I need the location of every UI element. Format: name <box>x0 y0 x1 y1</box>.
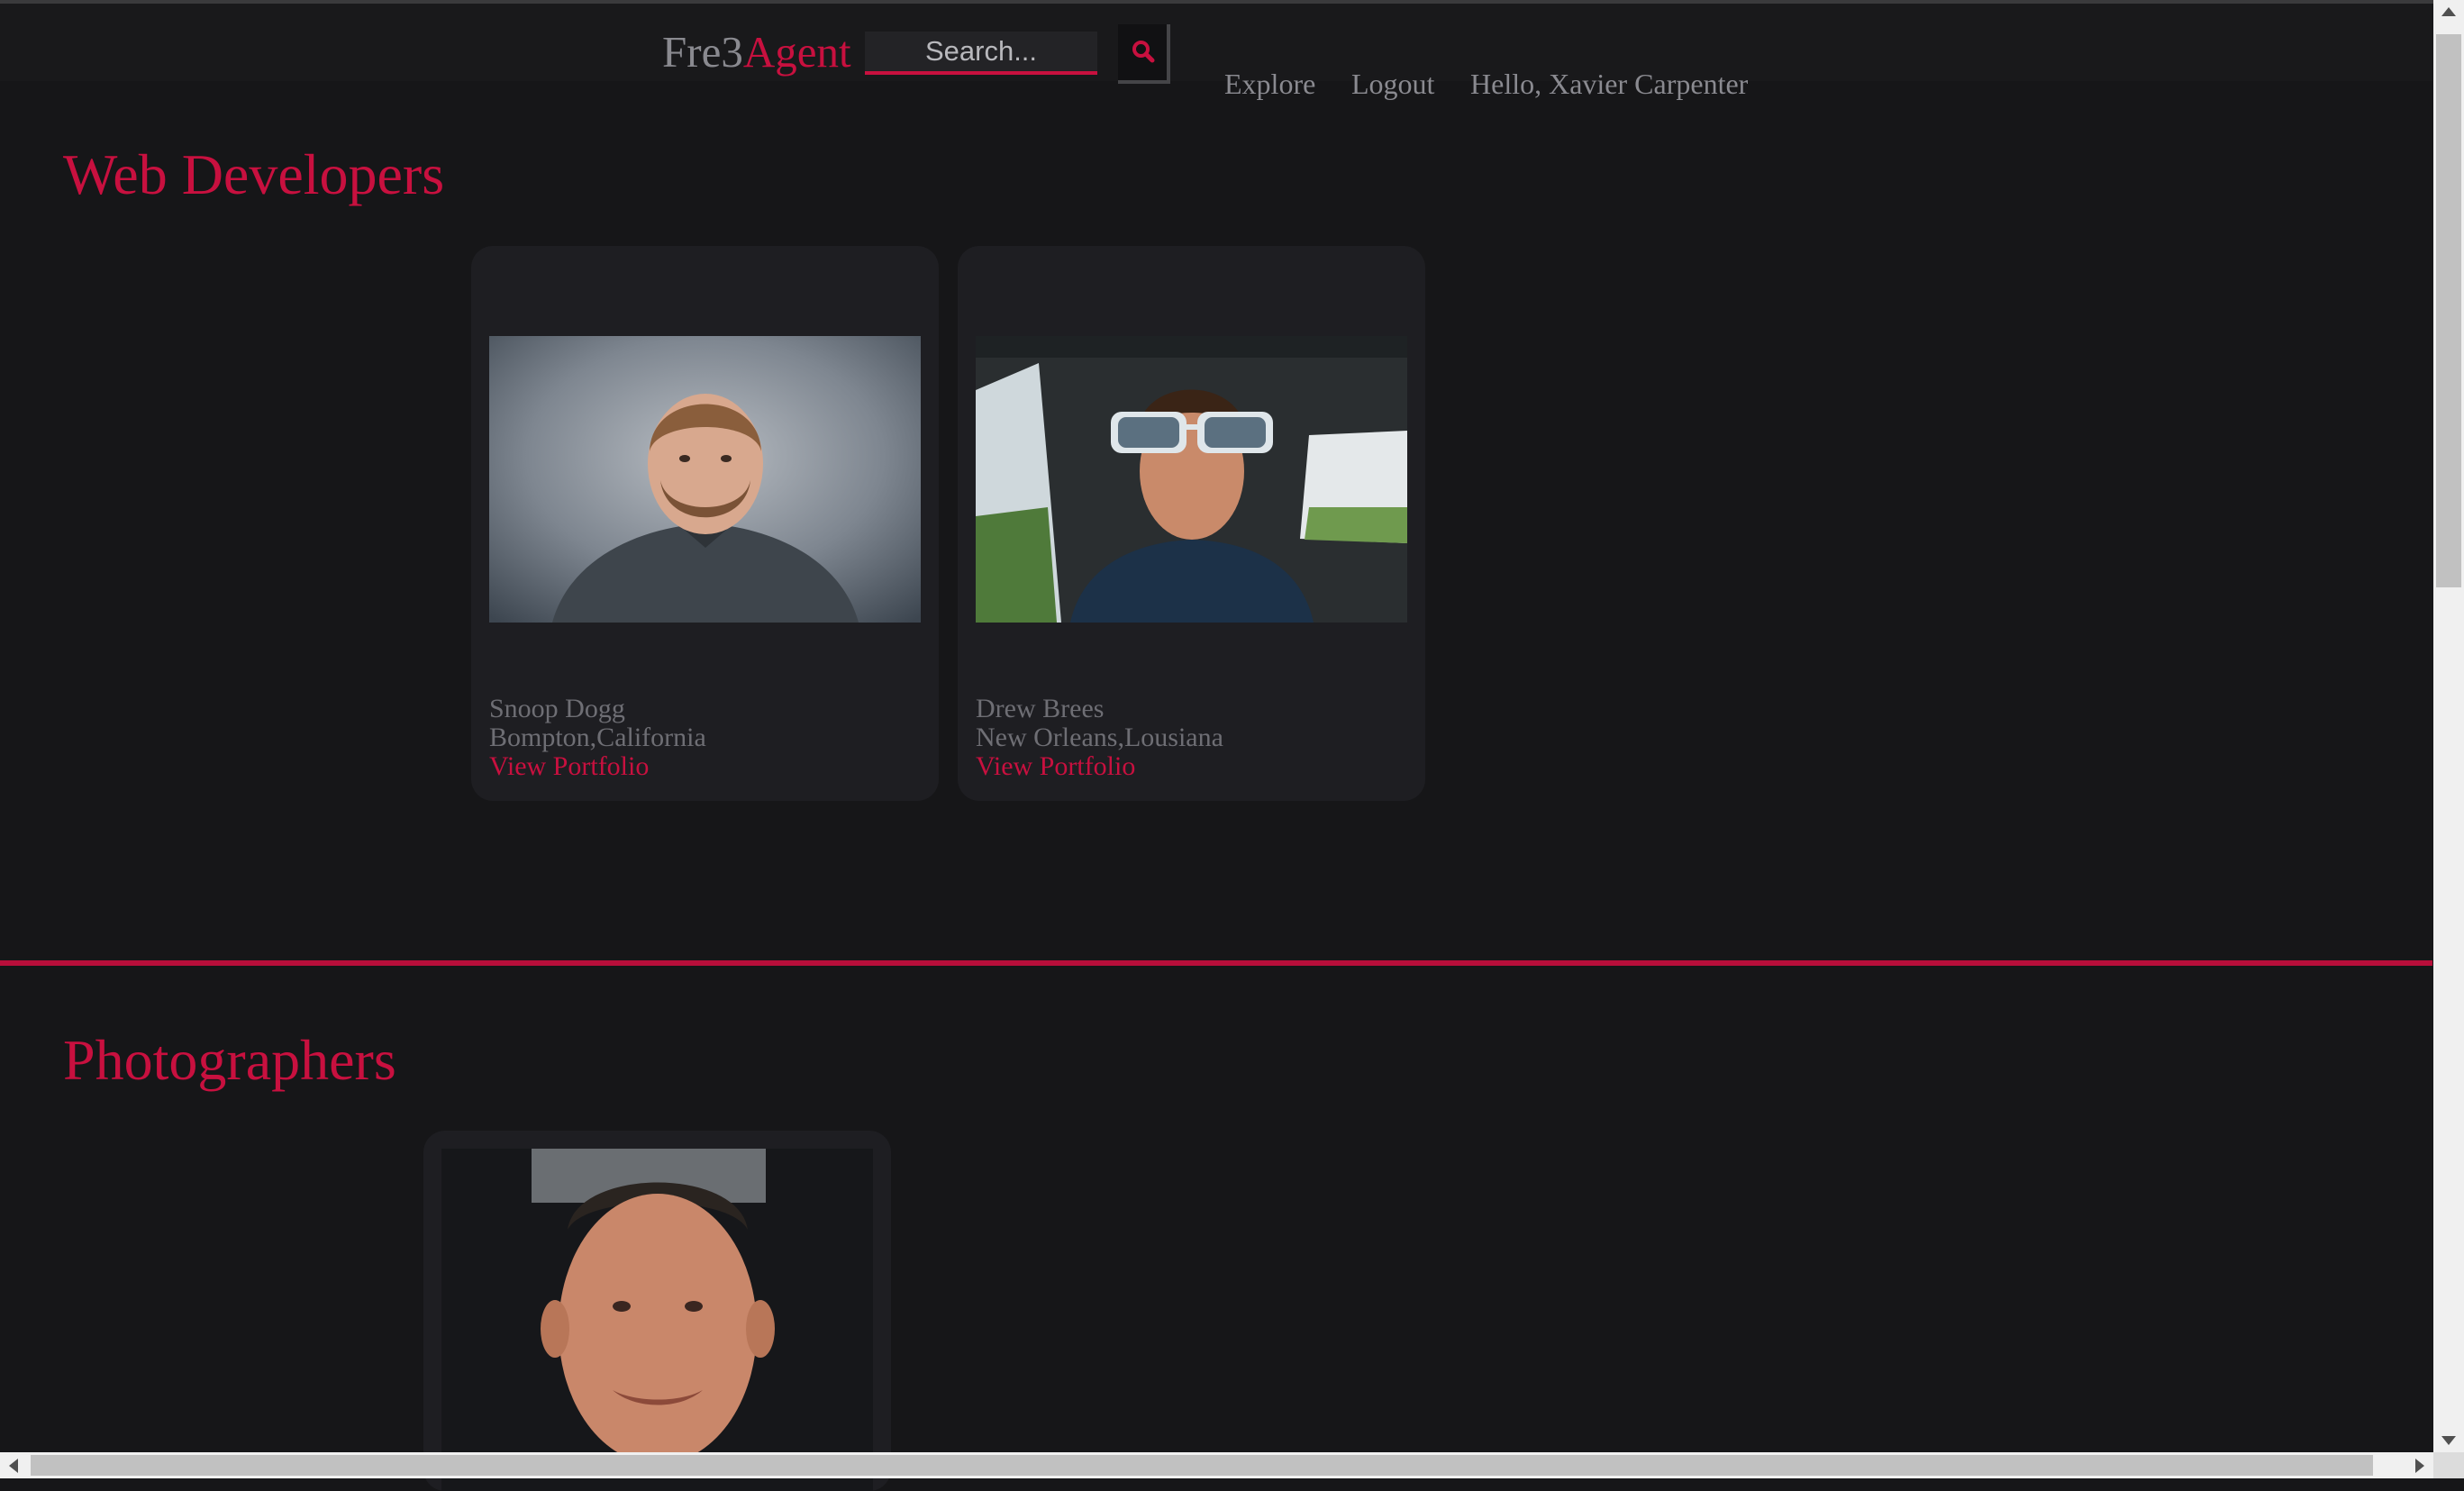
brand-logo-part2: Agent <box>742 27 851 77</box>
scroll-right-arrow-icon[interactable] <box>2415 1459 2424 1473</box>
user-greeting: Hello, Xavier Carpenter <box>1470 68 1749 100</box>
section-divider <box>0 960 2432 966</box>
search-input[interactable] <box>865 32 1097 75</box>
scrollbar-corner <box>2433 1452 2464 1478</box>
profile-photo <box>441 1149 873 1491</box>
scroll-left-arrow-icon[interactable] <box>9 1459 18 1473</box>
vertical-scrollbar[interactable] <box>2433 0 2464 1452</box>
brand-logo-part1: Fre3 <box>662 27 743 77</box>
scroll-down-arrow-icon[interactable] <box>2441 1436 2456 1445</box>
view-portfolio-link[interactable]: View Portfolio <box>489 752 649 781</box>
profile-name: Snoop Dogg <box>489 694 625 723</box>
nav-logout-link[interactable]: Logout <box>1351 65 1434 103</box>
profile-card: Drew Brees New Orleans,Lousiana View Por… <box>958 246 1425 801</box>
search-button[interactable] <box>1118 24 1170 84</box>
top-navbar: Fre3Agent Explore Logout Hello, Xavier C… <box>0 4 2432 100</box>
profile-name: Drew Brees <box>976 694 1105 723</box>
brand-logo[interactable]: Fre3Agent <box>662 23 851 81</box>
section-title-web-developers: Web Developers <box>63 142 445 206</box>
horizontal-scrollbar-thumb[interactable] <box>31 1455 2373 1476</box>
vertical-scrollbar-thumb[interactable] <box>2436 34 2461 587</box>
profile-photo <box>489 336 921 623</box>
view-portfolio-link[interactable]: View Portfolio <box>976 752 1135 781</box>
horizontal-scrollbar[interactable] <box>0 1452 2433 1478</box>
profile-card <box>423 1131 891 1491</box>
profile-card: Snoop Dogg Bompton,California View Portf… <box>471 246 939 801</box>
search-icon <box>1132 41 1155 63</box>
nav-explore-link[interactable]: Explore <box>1224 65 1315 103</box>
profile-photo <box>976 336 1407 623</box>
profile-location: New Orleans,Lousiana <box>976 723 1223 752</box>
profile-location: Bompton,California <box>489 723 706 752</box>
scroll-up-arrow-icon[interactable] <box>2441 7 2456 16</box>
section-title-photographers: Photographers <box>63 1028 396 1092</box>
